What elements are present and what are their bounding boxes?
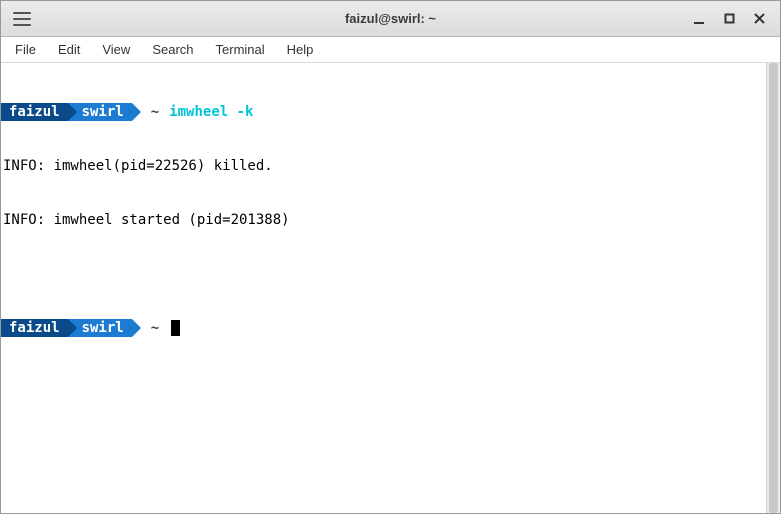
menu-terminal[interactable]: Terminal [206, 38, 275, 61]
window-title: faizul@swirl: ~ [1, 11, 780, 26]
prompt-path: ~ [141, 103, 169, 121]
blank-line [1, 265, 766, 283]
menu-file[interactable]: File [5, 38, 46, 61]
window-titlebar: faizul@swirl: ~ [1, 1, 780, 37]
prompt-line-2: faizul swirl ~ [1, 319, 766, 337]
menubar: File Edit View Search Terminal Help [1, 37, 780, 63]
hamburger-icon[interactable] [13, 12, 31, 26]
scrollbar-thumb[interactable] [769, 63, 778, 513]
terminal-output-line: INFO: imwheel started (pid=201388) [1, 211, 766, 229]
menu-search[interactable]: Search [142, 38, 203, 61]
command-text: imwheel -k [169, 103, 253, 121]
prompt-path: ~ [141, 319, 169, 337]
prompt-host-segment: swirl [68, 319, 132, 337]
menu-view[interactable]: View [92, 38, 140, 61]
chevron-right-icon [68, 319, 77, 337]
minimize-button[interactable] [692, 12, 706, 26]
prompt-user-segment: faizul [1, 319, 68, 337]
window-controls [692, 12, 772, 26]
scrollbar-vertical[interactable] [766, 63, 780, 513]
terminal-output-line: INFO: imwheel(pid=22526) killed. [1, 157, 766, 175]
prompt-host-segment: swirl [68, 103, 132, 121]
maximize-button[interactable] [722, 12, 736, 26]
terminal[interactable]: faizul swirl ~ imwheel -k INFO: imwheel(… [1, 63, 766, 513]
chevron-right-icon [132, 319, 141, 337]
prompt-user-segment: faizul [1, 103, 68, 121]
chevron-right-icon [132, 103, 141, 121]
menu-edit[interactable]: Edit [48, 38, 90, 61]
terminal-cursor [171, 320, 180, 336]
chevron-right-icon [68, 103, 77, 121]
close-button[interactable] [752, 12, 766, 26]
terminal-container: faizul swirl ~ imwheel -k INFO: imwheel(… [1, 63, 780, 513]
prompt-line-1: faizul swirl ~ imwheel -k [1, 103, 766, 121]
menu-help[interactable]: Help [277, 38, 324, 61]
